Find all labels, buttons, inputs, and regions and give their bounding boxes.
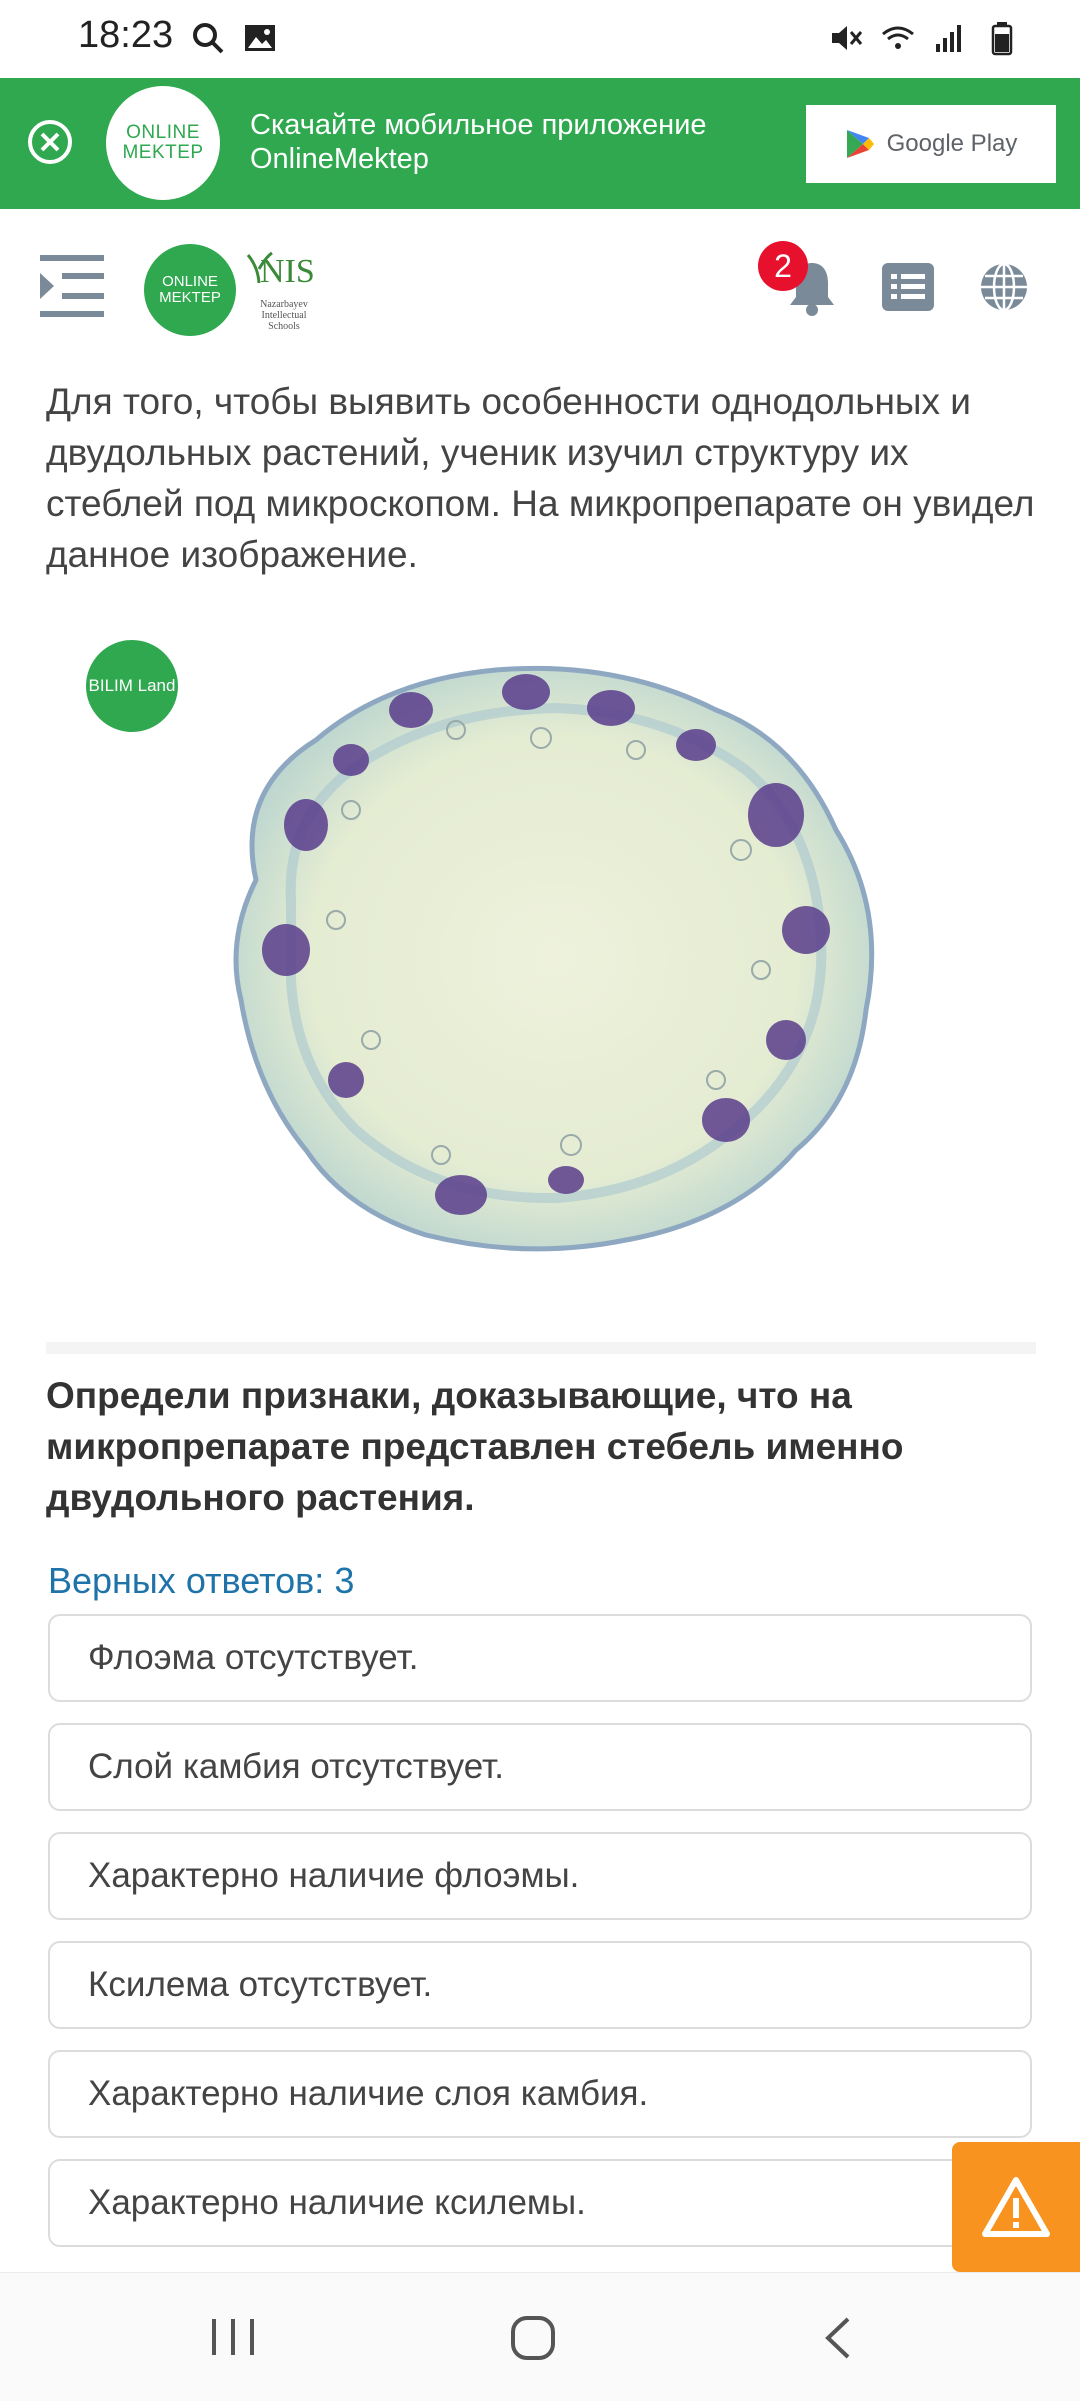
answer-option[interactable]: Характерно наличие слоя камбия. bbox=[48, 2050, 1032, 2138]
site-header: ONLINE MEKTEP NIS Nazarbayev Intellectua… bbox=[0, 209, 1080, 369]
close-icon[interactable] bbox=[26, 118, 74, 166]
nis-logo: NIS Nazarbayev Intellectual Schools bbox=[244, 249, 324, 339]
warning-icon bbox=[982, 2177, 1050, 2237]
stem-cross-section-image bbox=[233, 665, 875, 1252]
signal-icon bbox=[936, 25, 961, 52]
google-play-button[interactable]: Google Play bbox=[806, 105, 1056, 183]
bilimland-watermark: BILIM Land bbox=[86, 640, 178, 732]
answer-option[interactable]: Ксилема отсутствует. bbox=[48, 1941, 1032, 2029]
google-play-icon bbox=[846, 130, 874, 158]
wifi-icon bbox=[882, 26, 914, 49]
mute-icon bbox=[832, 26, 863, 50]
answer-option[interactable]: Характерно наличие ксилемы. bbox=[48, 2159, 1032, 2247]
answer-option[interactable]: Характерно наличие флоэмы. bbox=[48, 1832, 1032, 1920]
correct-answers-count: Верных ответов: 3 bbox=[48, 1560, 355, 1601]
list-icon[interactable] bbox=[882, 263, 934, 311]
answer-option[interactable]: Слой камбия отсутствует. bbox=[48, 1723, 1032, 1811]
question-intro: Для того, чтобы выявить особенности одно… bbox=[46, 381, 1035, 575]
system-nav-bar bbox=[0, 2272, 1080, 2401]
question-task: Определи признаки, доказывающие, что на … bbox=[46, 1375, 904, 1518]
app-promo-banner: ONLINE MEKTEP Скачайте мобильное приложе… bbox=[0, 78, 1080, 209]
report-error-button[interactable] bbox=[952, 2142, 1080, 2272]
online-mektep-logo[interactable]: ONLINE MEKTEP bbox=[144, 244, 236, 336]
section-divider bbox=[46, 1342, 1036, 1354]
answer-option[interactable]: Флоэма отсутствует. bbox=[48, 1614, 1032, 1702]
image-icon bbox=[245, 25, 275, 51]
battery-icon bbox=[991, 22, 1013, 56]
globe-icon[interactable] bbox=[978, 261, 1030, 313]
online-mektep-logo: ONLINE MEKTEP bbox=[106, 86, 220, 200]
notification-badge: 2 bbox=[758, 241, 808, 291]
back-icon[interactable] bbox=[820, 2315, 856, 2361]
status-time: 18:23 bbox=[78, 14, 174, 56]
search-icon bbox=[193, 23, 224, 54]
status-bar: 18:23 bbox=[0, 0, 1080, 78]
menu-icon[interactable] bbox=[38, 253, 106, 319]
home-icon[interactable] bbox=[510, 2315, 556, 2361]
recent-apps-icon[interactable] bbox=[206, 2317, 260, 2357]
banner-message: Скачайте мобильное приложение OnlineMekt… bbox=[250, 109, 707, 175]
